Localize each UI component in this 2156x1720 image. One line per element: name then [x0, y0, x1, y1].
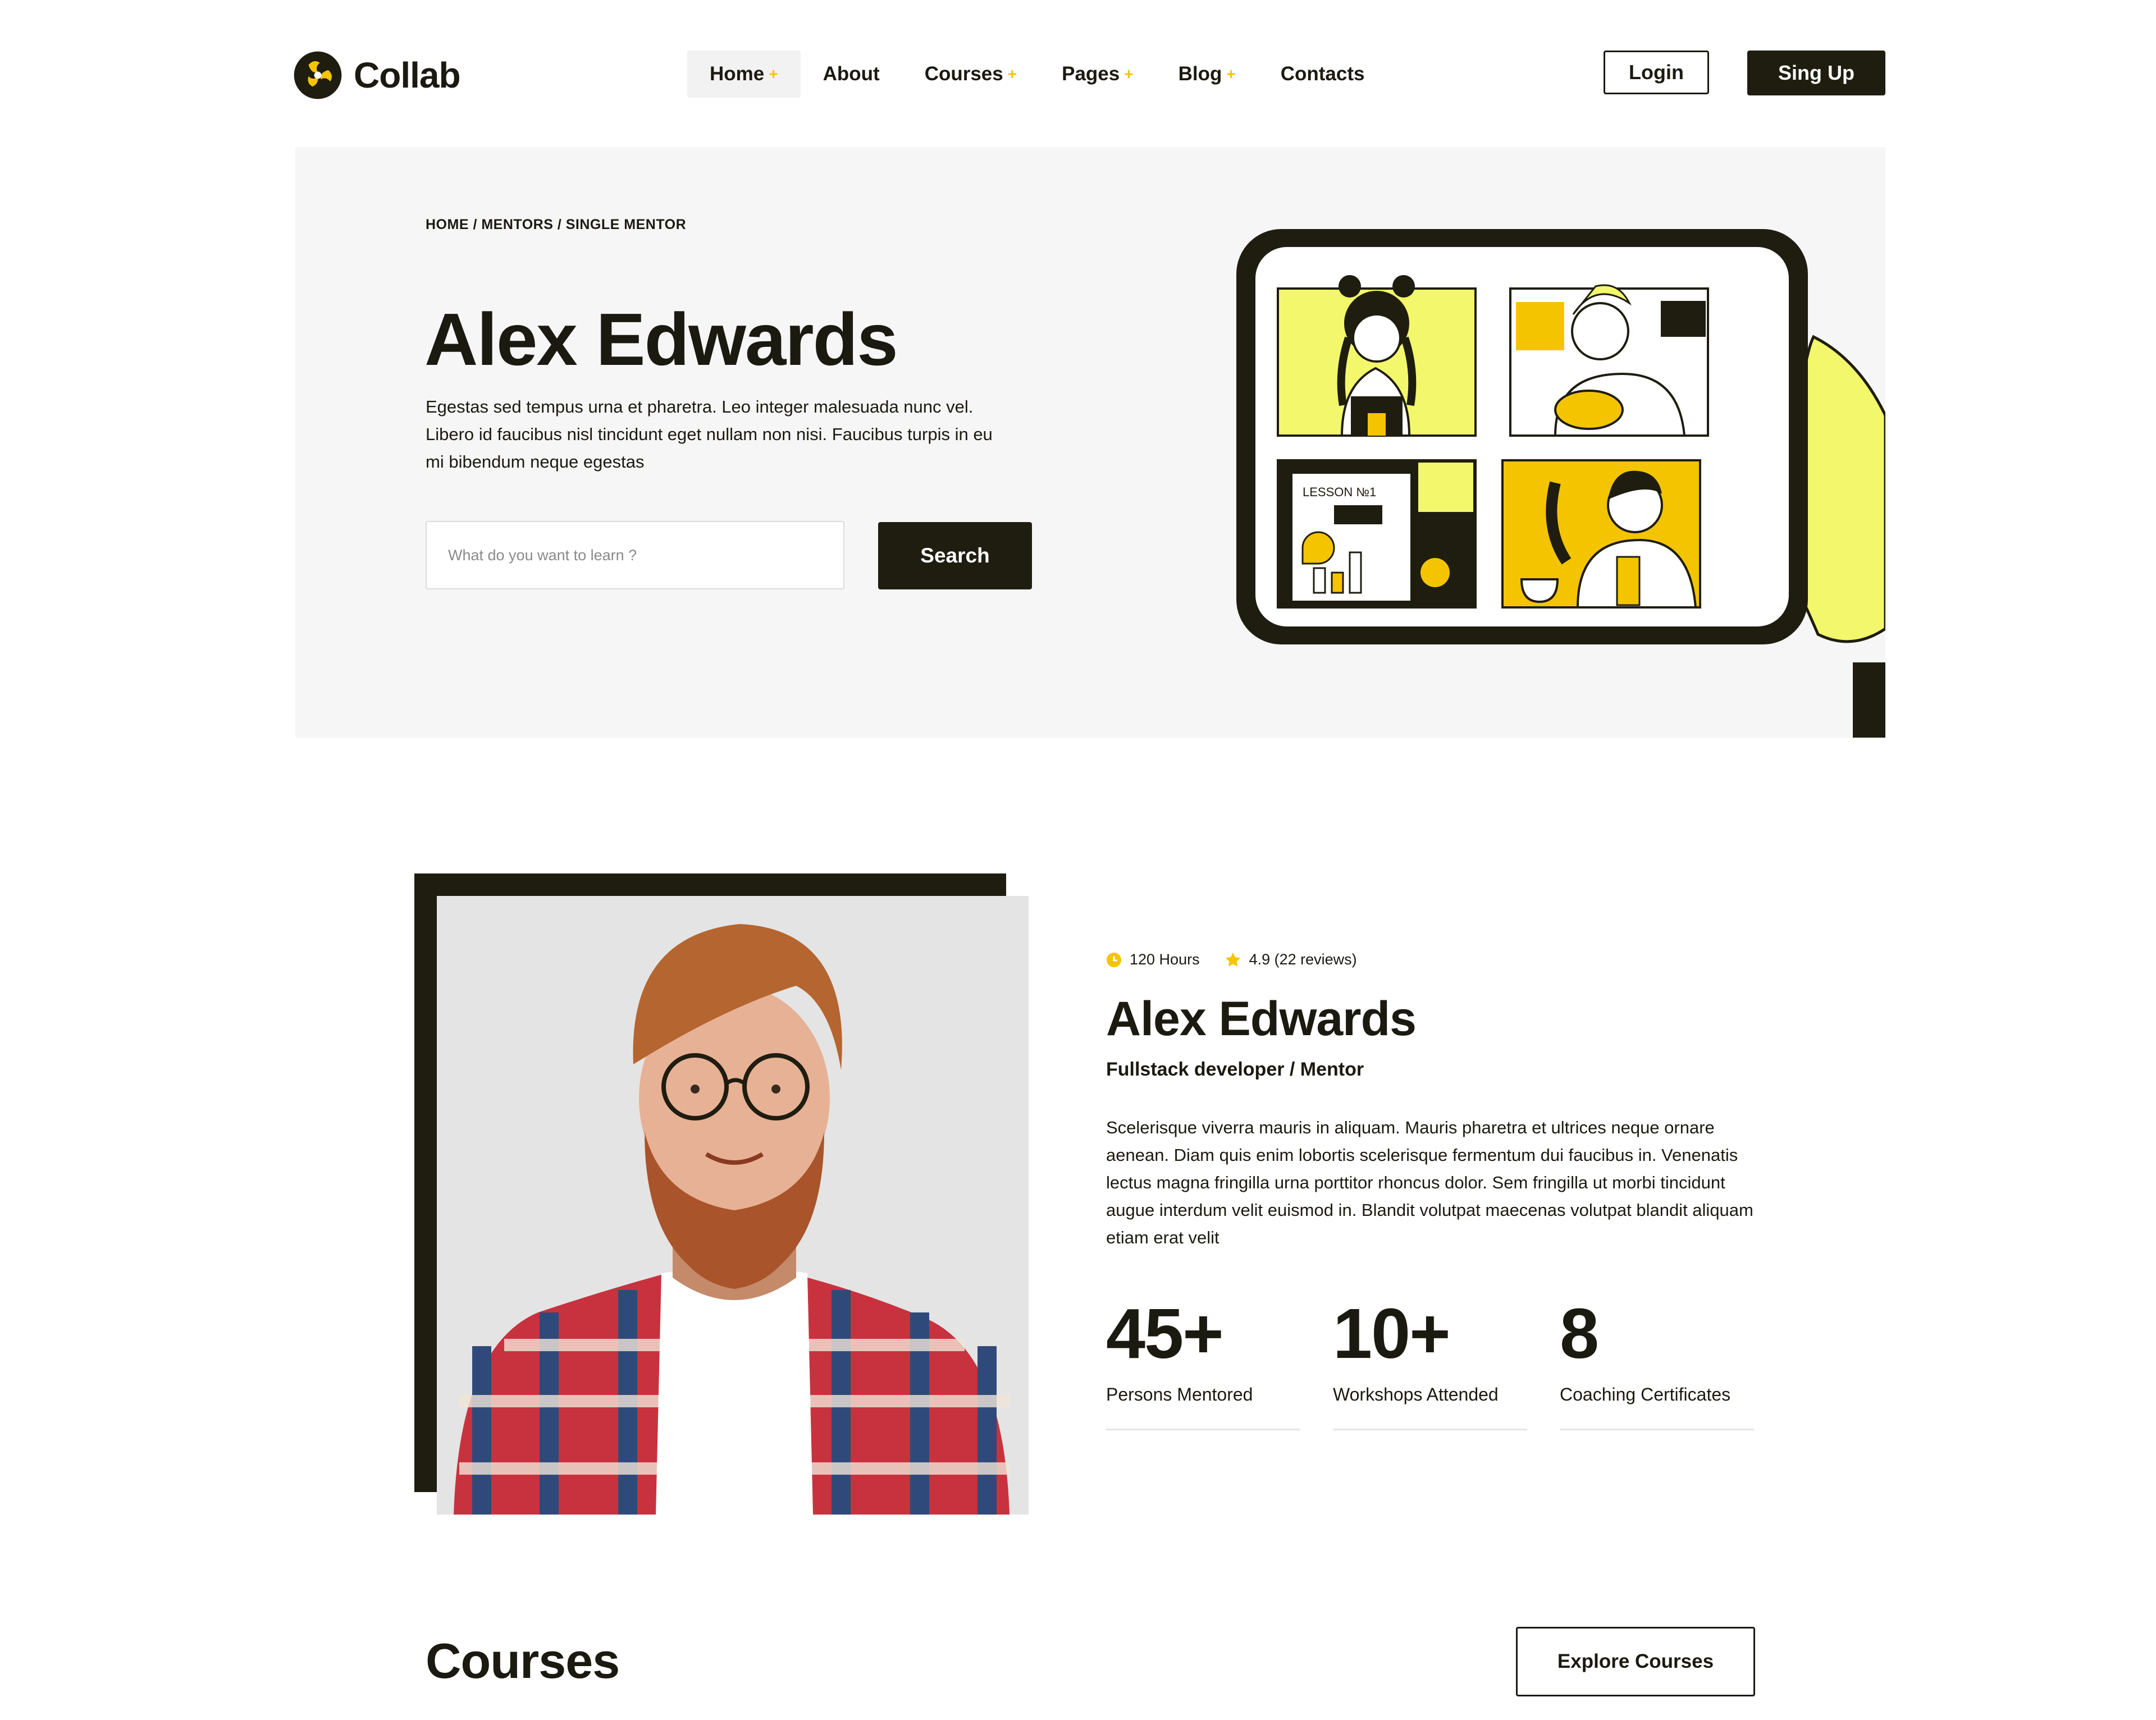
stat-label: Workshops Attended — [1333, 1384, 1499, 1405]
stat-divider — [1333, 1429, 1527, 1430]
lesson-label: LESSON №1 — [1303, 485, 1376, 499]
nav-pages-label: Pages — [1062, 63, 1120, 85]
brand-logo[interactable]: Collab — [292, 47, 461, 103]
nav-blog[interactable]: Blog + — [1156, 51, 1258, 98]
mentor-meta: 120 Hours 4.9 (22 reviews) — [1106, 951, 1357, 968]
hero-description: Egestas sed tempus urna et pharetra. Leo… — [426, 397, 993, 472]
login-button[interactable]: Login — [1604, 51, 1709, 94]
breadcrumb-current: SINGLE MENTOR — [565, 217, 687, 232]
mentor-photo — [437, 896, 1029, 1515]
clock-icon — [1107, 952, 1121, 967]
nav-home[interactable]: Home + — [687, 51, 801, 98]
main-nav: Home + About Courses + Pages + Blog + Contac… — [687, 51, 1387, 98]
signup-button[interactable]: Sing Up — [1747, 51, 1885, 95]
breadcrumb-home[interactable]: HOME — [426, 217, 469, 232]
hours-text: 120 Hours — [1130, 951, 1200, 968]
search-button[interactable]: Search — [878, 522, 1032, 589]
expand-plus-icon: + — [769, 65, 778, 83]
star-icon — [1225, 952, 1240, 967]
courses-heading: Courses — [426, 1633, 620, 1689]
rating-text: 4.9 (22 reviews) — [1249, 951, 1357, 968]
nav-pages[interactable]: Pages + — [1039, 51, 1155, 98]
brand-name: Collab — [354, 55, 461, 95]
rating-meta: 4.9 (22 reviews) — [1225, 951, 1357, 968]
stat-value: 8 — [1560, 1294, 1599, 1373]
nav-blog-label: Blog — [1178, 63, 1222, 85]
page-title: Alex Edwards — [424, 298, 898, 381]
breadcrumb-mentors[interactable]: MENTORS — [481, 217, 553, 232]
mentor-bio: Scelerisque viverra mauris in aliquam. M… — [1106, 1118, 1753, 1247]
nav-contacts-label: Contacts — [1280, 63, 1365, 85]
expand-plus-icon: + — [1007, 65, 1017, 83]
hours-meta: 120 Hours — [1106, 951, 1200, 968]
stat-coaching-certificates: 8 Coaching Certificates — [1560, 1294, 1754, 1430]
explore-courses-button[interactable]: Explore Courses — [1516, 1627, 1755, 1696]
breadcrumb-separator: / — [469, 217, 482, 232]
nav-about[interactable]: About — [801, 51, 902, 98]
logo-icon — [294, 51, 342, 99]
nav-courses[interactable]: Courses + — [902, 51, 1039, 98]
stat-divider — [1560, 1429, 1754, 1430]
nav-about-label: About — [823, 63, 880, 85]
stat-persons-mentored: 45+ Persons Mentored — [1106, 1294, 1300, 1430]
stat-label: Persons Mentored — [1106, 1384, 1253, 1405]
breadcrumb: HOME / MENTORS / SINGLE MENTOR — [426, 217, 686, 233]
mentor-role: Fullstack developer / Mentor — [1106, 1059, 1364, 1080]
search-input[interactable] — [426, 521, 844, 589]
nav-courses-label: Courses — [924, 63, 1003, 85]
stat-label: Coaching Certificates — [1560, 1384, 1731, 1405]
stat-value: 45+ — [1106, 1294, 1224, 1373]
breadcrumb-separator: / — [553, 217, 566, 232]
expand-plus-icon: + — [1226, 65, 1236, 83]
video-call-tablet-illustration: LESSON №1 — [1236, 229, 1885, 738]
stat-divider — [1106, 1429, 1300, 1430]
stat-value: 10+ — [1333, 1294, 1451, 1373]
mentor-name: Alex Edwards — [1106, 992, 1417, 1046]
stat-workshops-attended: 10+ Workshops Attended — [1333, 1294, 1527, 1430]
nav-contacts[interactable]: Contacts — [1258, 51, 1387, 98]
nav-home-label: Home — [710, 63, 765, 85]
expand-plus-icon: + — [1124, 65, 1134, 83]
